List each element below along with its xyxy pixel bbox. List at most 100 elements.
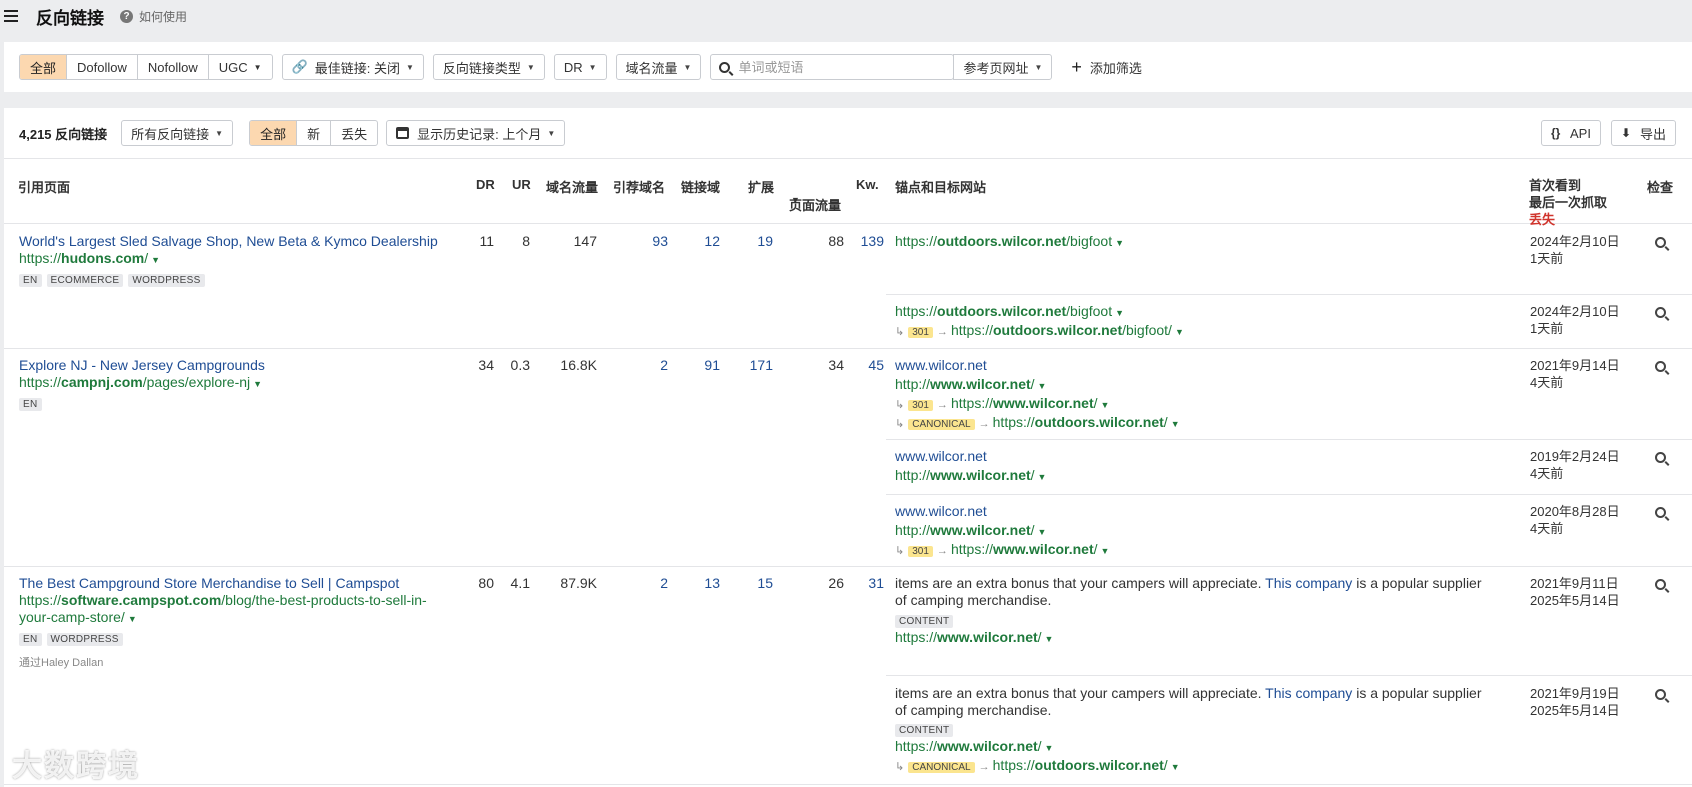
url-path: /bigfoot xyxy=(1066,303,1113,319)
first-seen: 2020年8月28日 xyxy=(1530,504,1620,519)
inspect-icon[interactable] xyxy=(1655,689,1666,700)
caret-down-icon[interactable]: ▼ xyxy=(1115,308,1124,318)
chevron-down-icon: ▼ xyxy=(1034,62,1043,72)
canonical-url[interactable]: https://outdoors.wilcor.net/ xyxy=(993,414,1168,430)
col-ref-domains[interactable]: 引荐域名 xyxy=(613,177,665,196)
inspect-icon[interactable] xyxy=(1655,237,1666,248)
kw-value[interactable]: 45 xyxy=(844,357,884,373)
api-button[interactable]: {} API xyxy=(1541,120,1601,146)
search-input[interactable] xyxy=(738,59,939,75)
results-toolbar: 4,215 反向链接 所有反向链接 ▼ 全部 新 丢失 显示历史记录: 上个月 ▼ … xyxy=(4,108,1692,158)
ext-value[interactable]: 15 xyxy=(733,575,773,591)
ref-domains-value[interactable]: 2 xyxy=(628,575,668,591)
target-url[interactable]: http://www.wilcor.net/▼ xyxy=(895,467,1046,486)
redirect-arrow-icon: ↳ xyxy=(895,545,905,557)
chevron-down-icon: ▼ xyxy=(547,128,556,138)
col-anchor[interactable]: 锚点和目标网站 xyxy=(895,177,986,196)
ref-page-title[interactable]: The Best Campground Store Merchandise to… xyxy=(19,575,427,592)
col-last-crawl[interactable]: 最后一次抓取 xyxy=(1529,194,1607,211)
caret-down-icon[interactable]: ▼ xyxy=(1038,472,1047,482)
dr-dropdown[interactable]: DR ▼ xyxy=(553,54,607,80)
caret-down-icon[interactable]: ▼ xyxy=(1115,238,1124,248)
col-dates: 首次看到 最后一次抓取 丢失 xyxy=(1529,177,1607,228)
target-url[interactable]: http://www.wilcor.net/▼ xyxy=(895,522,1109,541)
col-first-seen[interactable]: 首次看到 xyxy=(1529,177,1607,194)
caret-down-icon[interactable]: ▼ xyxy=(151,255,160,265)
caret-down-icon[interactable]: ▼ xyxy=(253,379,262,389)
ref-domains-value[interactable]: 93 xyxy=(628,233,668,249)
linked-domains-value[interactable]: 91 xyxy=(680,357,720,373)
col-linked-domains[interactable]: 链接域 xyxy=(681,177,720,196)
col-domain-traffic[interactable]: 域名流量 xyxy=(546,177,598,196)
export-button[interactable]: ⬇ 导出 xyxy=(1610,120,1676,146)
seg-all[interactable]: 全部 xyxy=(20,55,68,79)
linked-domains-value[interactable]: 13 xyxy=(680,575,720,591)
caret-down-icon[interactable]: ▼ xyxy=(1038,527,1047,537)
ref-page-title[interactable]: Explore NJ - New Jersey Campgrounds xyxy=(19,357,265,374)
target-url[interactable]: https://outdoors.wilcor.net/bigfoot ▼ xyxy=(895,233,1124,252)
hamburger-menu-icon[interactable] xyxy=(4,10,18,22)
backlink-type-dropdown[interactable]: 反向链接类型 ▼ xyxy=(432,54,545,80)
ref-page-title[interactable]: World's Largest Sled Salvage Shop, New B… xyxy=(19,233,438,250)
redirect-url[interactable]: https://outdoors.wilcor.net/bigfoot/ xyxy=(951,322,1172,338)
caret-down-icon[interactable]: ▼ xyxy=(1101,400,1110,410)
ref-page-url-cont[interactable]: your-camp-store/▼ xyxy=(19,609,427,628)
seg-lost[interactable]: 丢失 xyxy=(331,121,377,145)
last-crawl: 2025年5月14日 xyxy=(1530,593,1620,608)
col-ref-page[interactable]: 引用页面 xyxy=(18,177,70,196)
caret-down-icon[interactable]: ▼ xyxy=(1045,743,1054,753)
target-url[interactable]: https://outdoors.wilcor.net/bigfoot ▼ xyxy=(895,303,1184,322)
linked-domains-value[interactable]: 12 xyxy=(680,233,720,249)
url-domain: outdoors.wilcor.net xyxy=(1034,757,1164,773)
kw-value[interactable]: 139 xyxy=(844,233,884,249)
caret-down-icon[interactable]: ▼ xyxy=(1045,634,1054,644)
ext-value[interactable]: 171 xyxy=(733,357,773,373)
ref-domains-value[interactable]: 2 xyxy=(628,357,668,373)
col-dr[interactable]: DR xyxy=(476,177,495,192)
caret-down-icon[interactable]: ▼ xyxy=(128,614,137,624)
inspect-icon[interactable] xyxy=(1655,507,1666,518)
seg-ugc[interactable]: UGC ▼ xyxy=(209,55,272,79)
redirect-url[interactable]: https://www.wilcor.net/ xyxy=(951,541,1098,557)
ref-page-url[interactable]: https://software.campspot.com/blog/the-b… xyxy=(19,592,427,609)
inspect-icon[interactable] xyxy=(1655,361,1666,372)
help-link[interactable]: ? 如何使用 xyxy=(120,8,187,25)
caret-down-icon[interactable]: ▼ xyxy=(1171,762,1180,772)
target-link: items are an extra bonus that your campe… xyxy=(895,685,1482,776)
history-dropdown[interactable]: 显示历史记录: 上个月 ▼ xyxy=(386,120,566,146)
col-lost[interactable]: 丢失 xyxy=(1529,211,1607,228)
dates-cell: 2021年9月14日 4天前 xyxy=(1530,357,1620,391)
col-ur[interactable]: UR xyxy=(512,177,531,192)
col-ext[interactable]: 扩展 xyxy=(748,177,774,196)
target-url[interactable]: https://www.wilcor.net/▼ xyxy=(895,629,1482,648)
domain-traffic-dropdown[interactable]: 域名流量 ▼ xyxy=(615,54,702,80)
best-link-dropdown[interactable]: 🔗 最佳链接: 关闭 ▼ xyxy=(281,54,424,80)
seg-new[interactable]: 新 xyxy=(297,121,332,145)
seg-all-links[interactable]: 全部 xyxy=(250,121,298,145)
all-backlinks-dropdown[interactable]: 所有反向链接 ▼ xyxy=(121,120,234,146)
first-seen: 2024年2月10日 xyxy=(1530,234,1620,249)
col-kw[interactable]: Kw. xyxy=(856,177,879,192)
anchor-text: This company xyxy=(1265,575,1353,591)
canonical-url[interactable]: https://outdoors.wilcor.net/ xyxy=(993,757,1168,773)
redirect-url[interactable]: https://www.wilcor.net/ xyxy=(951,395,1098,411)
inspect-icon[interactable] xyxy=(1655,579,1666,590)
ext-value[interactable]: 19 xyxy=(733,233,773,249)
kw-value[interactable]: 31 xyxy=(844,575,884,591)
caret-down-icon[interactable]: ▼ xyxy=(1038,381,1047,391)
inspect-icon[interactable] xyxy=(1655,307,1666,318)
inspect-icon[interactable] xyxy=(1655,452,1666,463)
context-text: is a popular supplier xyxy=(1352,685,1482,701)
add-filter-button[interactable]: + 添加筛选 xyxy=(1062,54,1151,80)
ref-page-url[interactable]: https://campnj.com/pages/explore-nj ▼ xyxy=(19,374,265,393)
caret-down-icon[interactable]: ▼ xyxy=(1101,546,1110,556)
ref-page-url[interactable]: https://hudons.com/▼ xyxy=(19,250,438,269)
url-scheme: https:// xyxy=(895,738,938,754)
caret-down-icon[interactable]: ▼ xyxy=(1175,327,1184,337)
target-url[interactable]: http://www.wilcor.net/▼ xyxy=(895,376,1180,395)
ref-url-dropdown[interactable]: 参考页网址 ▼ xyxy=(953,54,1053,80)
caret-down-icon[interactable]: ▼ xyxy=(1171,419,1180,429)
seg-nofollow[interactable]: Nofollow xyxy=(138,55,209,79)
target-url[interactable]: https://www.wilcor.net/▼ xyxy=(895,738,1482,757)
seg-dofollow[interactable]: Dofollow xyxy=(67,55,138,79)
